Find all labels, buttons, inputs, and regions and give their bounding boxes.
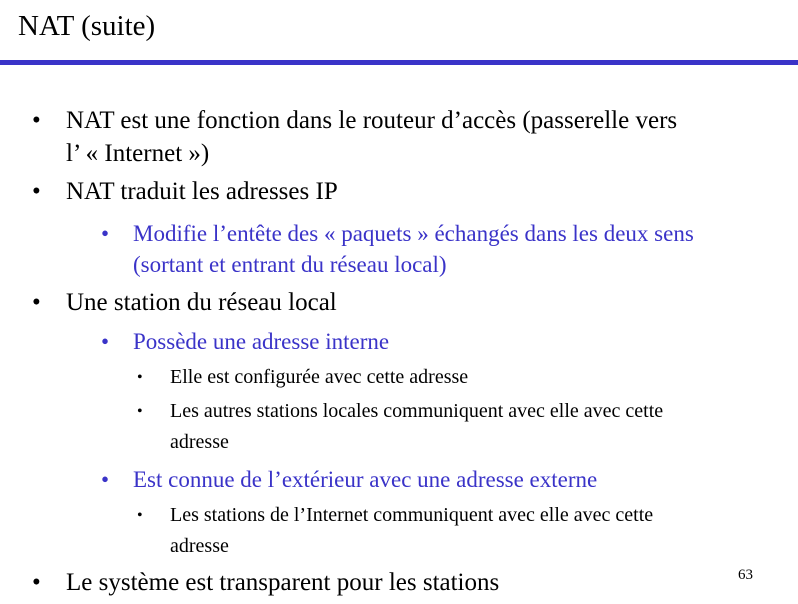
slide-title: NAT (suite): [18, 10, 156, 42]
sub-bullet-item-modifie-entete: • Modifie l’entête des « paquets » échan…: [101, 218, 694, 280]
sub-sub-bullet-item-stations-locales: • Les autres stations locales communique…: [137, 396, 664, 458]
bullet-line: Modifie l’entête des « paquets » échangé…: [133, 221, 694, 246]
bullet-line: Le système est transparent pour les stat…: [66, 569, 500, 596]
bullet-line: adresse: [170, 431, 229, 453]
bullet-icon: •: [32, 178, 41, 205]
bullet-icon: •: [137, 507, 143, 524]
bullet-line: (sortant et entrant du réseau local): [133, 252, 447, 277]
bullet-line: Possède une adresse interne: [133, 329, 390, 354]
bullet-line: NAT est une fonction dans le routeur d’a…: [66, 107, 678, 134]
bullet-icon: •: [101, 467, 110, 492]
bullet-item-nat-traduit: • NAT traduit les adresses IP: [32, 175, 338, 208]
sub-bullet-item-adresse-interne: • Possède une adresse interne: [101, 326, 390, 357]
bullet-icon: •: [32, 289, 41, 316]
bullet-item-station-reseau-local: • Une station du réseau local: [32, 286, 337, 319]
bullet-icon: •: [137, 369, 143, 386]
sub-sub-bullet-item-configuree: • Elle est configurée avec cette adresse: [137, 362, 469, 393]
bullet-icon: •: [32, 107, 41, 134]
bullet-line: Les stations de l’Internet communiquent …: [170, 504, 654, 526]
bullet-line: Est connue de l’extérieur avec une adres…: [133, 467, 598, 492]
bullet-line: Les autres stations locales communiquent…: [170, 400, 664, 422]
title-underline: [0, 60, 798, 65]
sub-bullet-item-adresse-externe: • Est connue de l’extérieur avec une adr…: [101, 464, 598, 495]
bullet-line: adresse: [170, 535, 229, 557]
bullet-line: Elle est configurée avec cette adresse: [170, 366, 469, 388]
bullet-icon: •: [32, 569, 41, 596]
sub-sub-bullet-item-stations-internet: • Les stations de l’Internet communiquen…: [137, 500, 654, 562]
bullet-item-nat-fonction: • NAT est une fonction dans le routeur d…: [32, 104, 678, 170]
bullet-item-systeme-transparent: • Le système est transparent pour les st…: [32, 566, 500, 599]
bullet-line: NAT traduit les adresses IP: [66, 178, 338, 205]
bullet-icon: •: [137, 403, 143, 420]
bullet-icon: •: [101, 221, 110, 246]
bullet-line: Une station du réseau local: [66, 289, 337, 316]
bullet-line: l’ « Internet »): [66, 140, 210, 167]
page-number: 63: [738, 567, 753, 583]
bullet-icon: •: [101, 329, 110, 354]
